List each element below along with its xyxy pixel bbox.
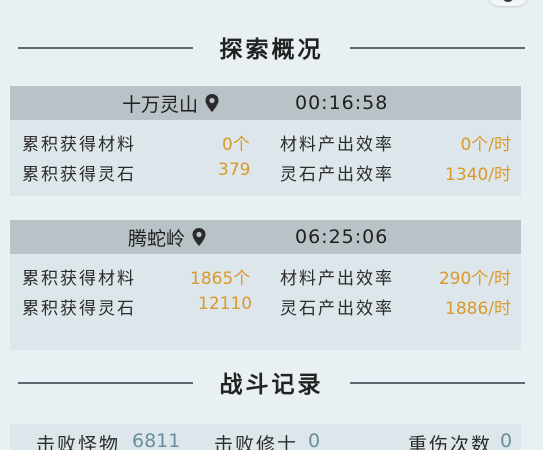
location-pin-icon[interactable] xyxy=(204,93,220,113)
battle-stats-row: 击败怪物 6811 击败修士 0 重伤次数 0 xyxy=(10,424,521,450)
explore-title: 探索概况 xyxy=(219,37,324,63)
stat-value: 290个/时 xyxy=(438,269,511,289)
stat-label: 累积获得灵石 xyxy=(22,165,136,185)
stat-value: 1886/时 xyxy=(445,299,511,319)
stat-row: 累积获得材料 0个 材料产出效率 0个/时 xyxy=(10,126,521,156)
location-header: 腾蛇岭 06:25:06 xyxy=(10,220,521,254)
stat-value: 0个 xyxy=(222,135,250,155)
stat-label: 累积获得材料 xyxy=(22,269,136,289)
divider-left xyxy=(18,382,193,384)
divider-left xyxy=(18,47,193,49)
battle-section-header: 战斗记录 xyxy=(0,362,543,402)
location-name: 腾蛇岭 xyxy=(128,227,186,250)
stat-row: 累积获得材料 1865个 材料产出效率 290个/时 xyxy=(10,260,521,290)
location-header: 十万灵山 00:16:58 xyxy=(10,86,521,120)
location-time: 00:16:58 xyxy=(295,92,389,114)
stat-row: 累积获得灵石 379 灵石产出效率 1340/时 xyxy=(10,156,521,186)
location-panel-1: 十万灵山 00:16:58 累积获得材料 0个 材料产出效率 0个/时 累积获得… xyxy=(10,86,521,196)
stat-value: 1865个 xyxy=(190,269,251,289)
stat-value: 1340/时 xyxy=(445,165,511,185)
stat-label: 灵石产出效率 xyxy=(280,299,394,319)
stat-value: 379 xyxy=(218,160,251,180)
menu-dot-icon xyxy=(502,0,514,2)
divider-right xyxy=(350,47,525,49)
battle-stat-value: 6811 xyxy=(132,430,181,450)
explore-section-header: 探索概况 xyxy=(0,27,543,67)
battle-stat-label: 重伤次数 xyxy=(408,434,493,450)
battle-title: 战斗记录 xyxy=(219,372,324,398)
stat-label: 累积获得灵石 xyxy=(22,299,136,319)
divider-right xyxy=(350,382,525,384)
battle-stat-value: 0 xyxy=(500,430,513,450)
battle-stat-label: 击败怪物 xyxy=(36,434,121,450)
stat-row: 累积获得灵石 12110 灵石产出效率 1886/时 xyxy=(10,290,521,320)
stat-label: 累积获得材料 xyxy=(22,135,136,155)
location-time: 06:25:06 xyxy=(295,226,389,248)
location-pin-icon[interactable] xyxy=(191,227,207,247)
stat-value: 12110 xyxy=(198,294,253,314)
location-name: 十万灵山 xyxy=(122,93,199,116)
stat-label: 材料产出效率 xyxy=(280,269,394,289)
location-panel-2: 腾蛇岭 06:25:06 累积获得材料 1865个 材料产出效率 290个/时 … xyxy=(10,220,521,350)
battle-stat-value: 0 xyxy=(308,430,321,450)
battle-stat-label: 击败修士 xyxy=(214,434,299,450)
stat-label: 灵石产出效率 xyxy=(280,165,394,185)
stat-value: 0个/时 xyxy=(460,135,511,155)
stat-label: 材料产出效率 xyxy=(280,135,394,155)
menu-button[interactable] xyxy=(488,0,528,6)
